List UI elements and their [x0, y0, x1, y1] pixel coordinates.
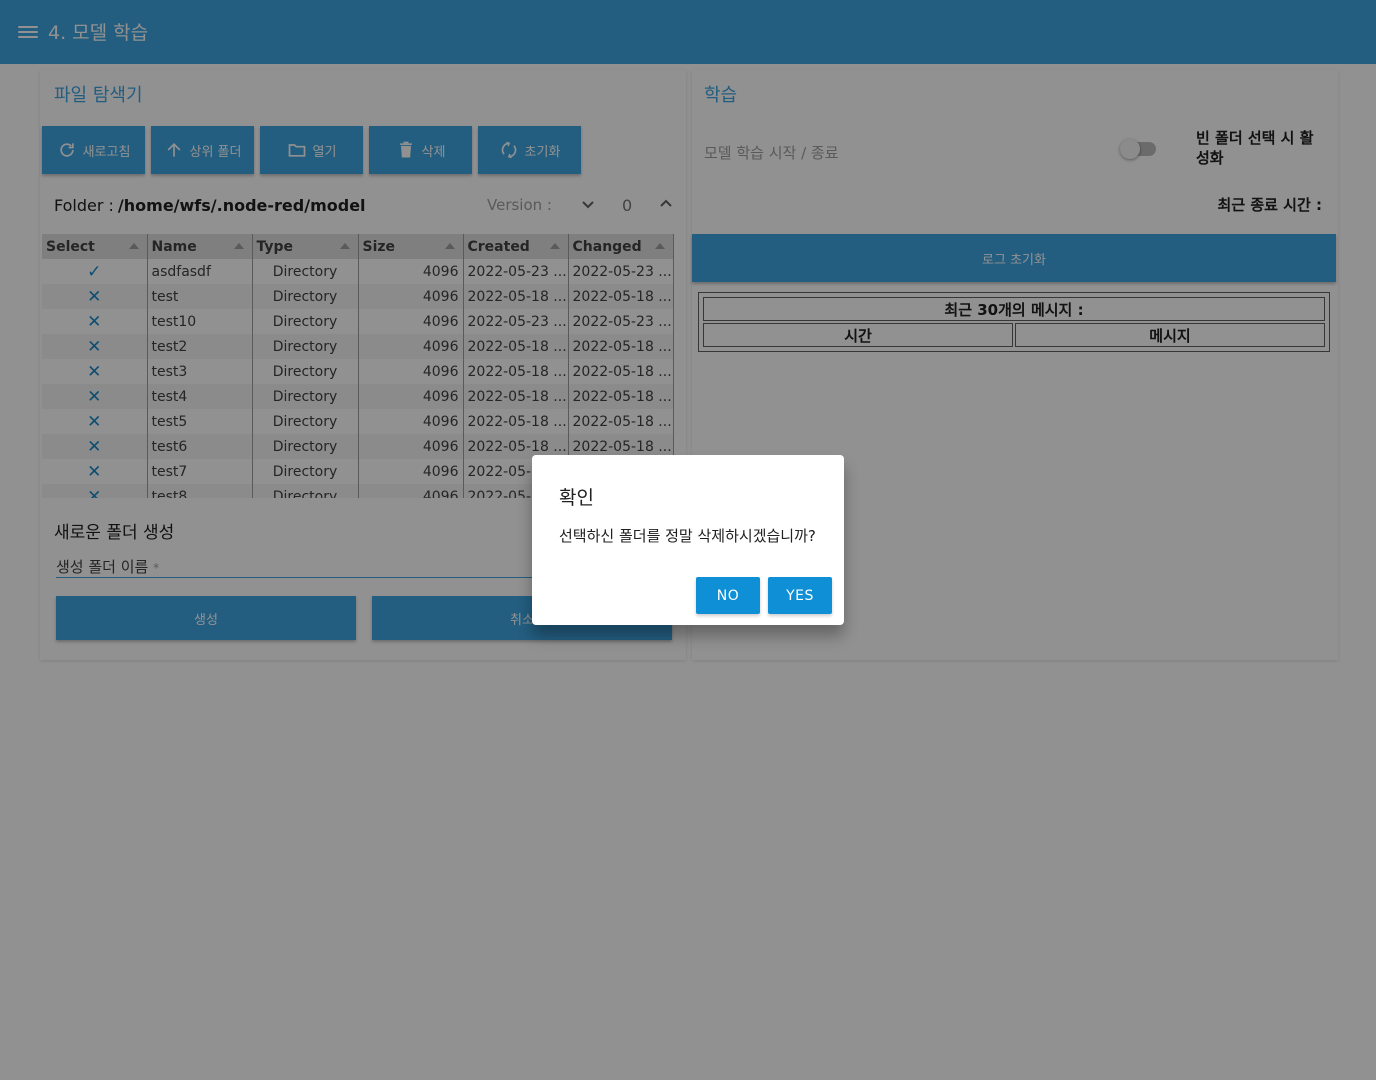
dialog-title: 확인 [559, 487, 594, 509]
no-button[interactable]: NO [696, 577, 760, 614]
confirm-dialog: 확인 선택하신 폴더를 정말 삭제하시겠습니까? NO YES [532, 455, 844, 625]
yes-button[interactable]: YES [768, 577, 832, 614]
dialog-message: 선택하신 폴더를 정말 삭제하시겠습니까? [559, 527, 816, 545]
